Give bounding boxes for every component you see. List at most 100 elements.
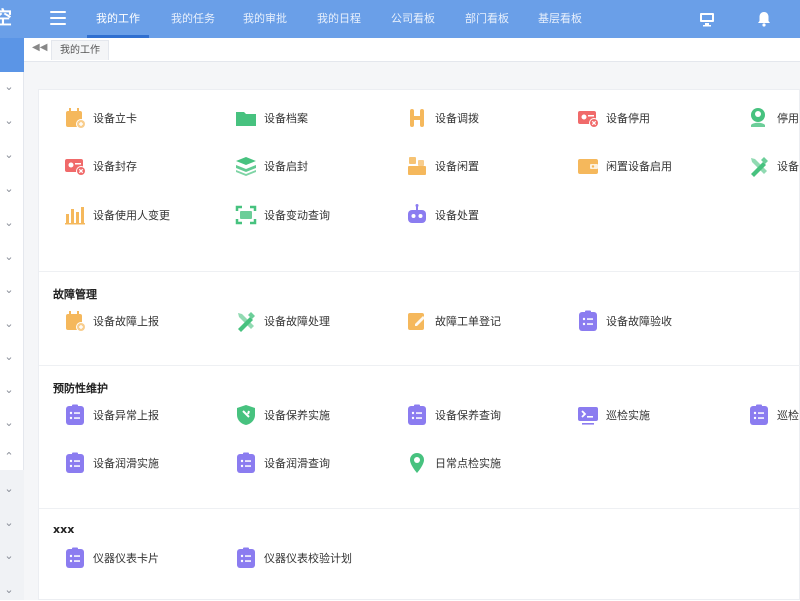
function-item[interactable]: 设备档案 — [234, 105, 308, 131]
function-item[interactable]: 设备停用 — [576, 105, 650, 131]
double-chevron-left-icon[interactable]: ◀◀ — [32, 42, 47, 53]
function-item-label: 设备润滑查询 — [264, 457, 330, 470]
nav-tab[interactable]: 我的工作 — [87, 0, 149, 38]
nav-tab[interactable]: 我的审批 — [234, 0, 296, 38]
function-item[interactable]: 仪器仪表校验计划 — [234, 545, 352, 571]
chevron-down-icon[interactable]: ⌄ — [2, 114, 16, 128]
function-item-label: 设备变动查询 — [264, 209, 330, 222]
function-item[interactable]: 停用 — [747, 105, 799, 131]
bell-icon[interactable] — [755, 10, 773, 28]
function-item-label: 设备封存 — [93, 160, 137, 173]
function-item-label: 设备档案 — [264, 112, 308, 125]
function-item-label: 设备启封 — [264, 160, 308, 173]
tab-my-work[interactable]: 我的工作 — [51, 40, 109, 60]
monitor-icon[interactable] — [698, 10, 716, 28]
boxes-icon — [405, 154, 429, 178]
layers-icon — [234, 154, 258, 178]
clipboard-list-icon — [63, 546, 87, 570]
function-item[interactable]: 设备处置 — [405, 202, 479, 228]
function-section: xxx 仪器仪表卡片 仪器仪表校验计划 — [39, 509, 800, 601]
function-section: 设备立卡 设备档案 设备调拨 设备停用 停用设备封存 设备启封 设备闲置 闲置设备启用 设备设备… — [39, 90, 800, 272]
nav-tab[interactable]: 我的日程 — [308, 0, 370, 38]
sidebar: 空 ⌄ ⌄ ⌄ ⌄ ⌄ ⌄ ⌄ ⌄ ⌄ ⌄ ⌄ ⌃ ⌄ ⌄ ⌄ ⌄ — [0, 0, 24, 600]
clipboard-list-icon — [234, 546, 258, 570]
function-item[interactable]: 设备异常上报 — [63, 402, 159, 428]
chevron-down-icon[interactable]: ⌄ — [2, 516, 16, 530]
clipboard-list-icon — [576, 309, 600, 333]
function-item[interactable]: 巡检实施 — [576, 402, 650, 428]
function-item-label: 仪器仪表校验计划 — [264, 552, 352, 565]
function-section: 故障管理设备故障上报 设备故障处理 故障工单登记 设备故障验收 — [39, 272, 800, 366]
function-item-label: 设备异常上报 — [93, 409, 159, 422]
function-item[interactable]: 设备故障上报 — [63, 308, 159, 334]
user-location-icon — [747, 106, 771, 130]
clipboard-list-icon — [747, 403, 771, 427]
chevron-down-icon[interactable]: ⌄ — [2, 317, 16, 331]
bar-chart-icon — [63, 203, 87, 227]
calendar-add-icon — [63, 106, 87, 130]
clipboard-list-icon — [63, 403, 87, 427]
chevron-down-icon[interactable]: ⌄ — [2, 416, 16, 430]
chevron-down-icon[interactable]: ⌄ — [2, 350, 16, 364]
function-item[interactable]: 设备故障验收 — [576, 308, 672, 334]
function-item[interactable]: 设备保养实施 — [234, 402, 330, 428]
chevron-down-icon[interactable]: ⌄ — [2, 583, 16, 597]
app-logo: 空 — [0, 0, 24, 38]
function-item[interactable]: 设备润滑实施 — [63, 450, 159, 476]
scan-icon — [234, 203, 258, 227]
transfer-icon — [405, 106, 429, 130]
function-item-label: 巡检实施 — [606, 409, 650, 422]
chevron-down-icon[interactable]: ⌃ — [2, 450, 16, 464]
nav-tab[interactable]: 公司看板 — [382, 0, 444, 38]
function-item[interactable]: 日常点检实施 — [405, 450, 501, 476]
function-item[interactable]: 设备启封 — [234, 153, 308, 179]
function-item-label: 设备故障验收 — [606, 315, 672, 328]
edit-doc-icon — [405, 309, 429, 333]
function-item[interactable]: 巡检 — [747, 402, 799, 428]
function-item[interactable]: 故障工单登记 — [405, 308, 501, 334]
chevron-down-icon[interactable]: ⌄ — [2, 148, 16, 162]
function-item[interactable]: 仪器仪表卡片 — [63, 545, 159, 571]
calendar-add-icon — [63, 309, 87, 333]
function-item-label: 设备润滑实施 — [93, 457, 159, 470]
function-item[interactable]: 设备调拨 — [405, 105, 479, 131]
terminal-icon — [576, 403, 600, 427]
function-item-label: 设备故障处理 — [264, 315, 330, 328]
chevron-down-icon[interactable]: ⌄ — [2, 80, 16, 94]
function-item[interactable]: 设备闲置 — [405, 153, 479, 179]
nav-tab[interactable]: 我的任务 — [162, 0, 224, 38]
function-item[interactable]: 设备立卡 — [63, 105, 137, 131]
function-item-label: 仪器仪表卡片 — [93, 552, 159, 565]
hamburger-menu-icon[interactable] — [50, 11, 66, 25]
function-section: 预防性维护 设备异常上报 设备保养实施 设备保养查询 巡检实施 巡检 设备润滑实施 设备润滑查… — [39, 366, 800, 509]
tools-icon — [234, 309, 258, 333]
robot-icon — [405, 203, 429, 227]
function-item[interactable]: 设备故障处理 — [234, 308, 330, 334]
section-title: 故障管理 — [53, 288, 97, 301]
chevron-down-icon[interactable]: ⌄ — [2, 482, 16, 496]
nav-tab[interactable]: 基层看板 — [529, 0, 591, 38]
function-item-label: 设备闲置 — [435, 160, 479, 173]
chevron-down-icon[interactable]: ⌄ — [2, 216, 16, 230]
function-item[interactable]: 设备保养查询 — [405, 402, 501, 428]
sidebar-active-item[interactable] — [0, 38, 24, 72]
tools-icon — [747, 154, 771, 178]
shield-wrench-icon — [234, 403, 258, 427]
function-item[interactable]: 设备 — [747, 153, 799, 179]
function-item-label: 停用 — [777, 112, 799, 125]
chevron-down-icon[interactable]: ⌄ — [2, 549, 16, 563]
function-item[interactable]: 闲置设备启用 — [576, 153, 672, 179]
chevron-down-icon[interactable]: ⌄ — [2, 383, 16, 397]
function-item-label: 设备处置 — [435, 209, 479, 222]
function-item[interactable]: 设备封存 — [63, 153, 137, 179]
nav-tab[interactable]: 部门看板 — [456, 0, 518, 38]
function-item[interactable]: 设备变动查询 — [234, 202, 330, 228]
function-item-label: 设备保养查询 — [435, 409, 501, 422]
breadcrumb-tab-row: ◀◀ 我的工作 — [24, 38, 800, 62]
chevron-down-icon[interactable]: ⌄ — [2, 250, 16, 264]
function-item[interactable]: 设备润滑查询 — [234, 450, 330, 476]
chevron-down-icon[interactable]: ⌄ — [2, 283, 16, 297]
chevron-down-icon[interactable]: ⌄ — [2, 182, 16, 196]
function-item-label: 设备停用 — [606, 112, 650, 125]
function-item[interactable]: 设备使用人变更 — [63, 202, 170, 228]
